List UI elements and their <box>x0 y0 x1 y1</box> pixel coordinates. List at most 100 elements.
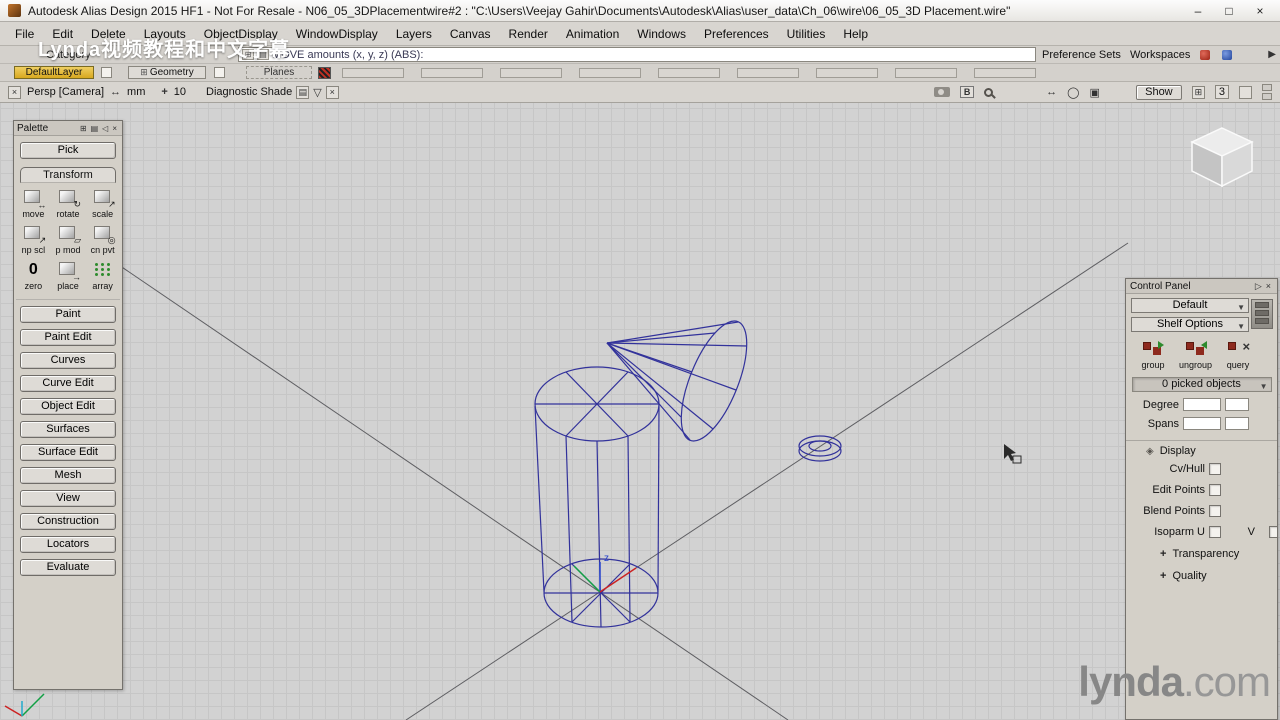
geometry-layer-button[interactable]: ⊞ Geometry <box>128 66 206 79</box>
spans-input[interactable] <box>1183 417 1221 430</box>
preference-sets-icon[interactable] <box>1200 50 1210 60</box>
menu-item-render[interactable]: Render <box>500 24 557 44</box>
palette-tab-surfaces[interactable]: Surfaces <box>20 421 116 438</box>
workspaces-icon[interactable] <box>1222 50 1232 60</box>
layer-slot[interactable] <box>421 68 483 78</box>
tool-rotate[interactable]: ↻ rotate <box>51 188 86 219</box>
tool-array[interactable]: array <box>85 260 120 291</box>
isoparm-v-checkbox[interactable] <box>1269 526 1277 538</box>
cv-hull-checkbox[interactable] <box>1209 463 1221 475</box>
shade-dropdown-icon[interactable]: ▽ <box>313 86 321 99</box>
camera-label[interactable]: Persp [Camera] <box>27 86 104 98</box>
menu-item-utilities[interactable]: Utilities <box>778 24 835 44</box>
grid-size-value[interactable]: 10 <box>174 86 186 98</box>
panel-expand-icon[interactable]: ▷ <box>1253 281 1264 292</box>
menu-item-canvas[interactable]: Canvas <box>441 24 500 44</box>
palette-tab-curves[interactable]: Curves <box>20 352 116 369</box>
prompt-list-icon[interactable]: ▤ <box>257 49 269 60</box>
palette-tab-paint[interactable]: Paint <box>20 306 116 323</box>
shelf-options-dropdown[interactable]: Shelf Options ▼ <box>1131 317 1249 332</box>
menu-item-objectdisplay[interactable]: ObjectDisplay <box>195 24 287 44</box>
geometry-checkbox[interactable] <box>214 67 225 78</box>
palette-tab-curve-edit[interactable]: Curve Edit <box>20 375 116 392</box>
preference-sets-button[interactable]: Preference Sets <box>1042 49 1121 61</box>
layer-slot[interactable] <box>500 68 562 78</box>
minimize-button[interactable]: – <box>1186 4 1210 18</box>
spans-input-2[interactable] <box>1225 417 1249 430</box>
pan-icon[interactable]: ↔ <box>1046 86 1057 98</box>
menu-item-layouts[interactable]: Layouts <box>135 24 195 44</box>
shade-list-icon[interactable]: ▤ <box>296 85 310 99</box>
perspective-viewport[interactable] <box>0 103 1280 720</box>
palette-tab-construction[interactable]: Construction <box>20 513 116 530</box>
close-button[interactable]: × <box>1248 4 1272 18</box>
preset-dropdown[interactable]: Default ▼ <box>1131 298 1249 313</box>
prompt-history-icon[interactable]: ⊞ <box>242 49 254 60</box>
palette-tab-view[interactable]: View <box>20 490 116 507</box>
hatch-swatch-icon[interactable] <box>318 67 331 79</box>
viewport-menu-icon[interactable]: × <box>8 85 21 99</box>
snapshot-camera-icon[interactable] <box>934 87 951 97</box>
tool-move[interactable]: ↔ move <box>16 188 51 219</box>
palette-tab-mesh[interactable]: Mesh <box>20 467 116 484</box>
layer-slot[interactable] <box>658 68 720 78</box>
ungroup-tool[interactable]: ungroup <box>1179 339 1212 370</box>
palette-tab-pick[interactable]: Pick <box>20 142 116 159</box>
layer-slot[interactable] <box>342 68 404 78</box>
palette-tab-evaluate[interactable]: Evaluate <box>20 559 116 576</box>
palette-tab-paint-edit[interactable]: Paint Edit <box>20 329 116 346</box>
palette-close-icon[interactable]: × <box>110 124 119 133</box>
palette-tab-object-edit[interactable]: Object Edit <box>20 398 116 415</box>
quality-toggle[interactable]: + Quality <box>1126 565 1277 587</box>
layer-slot[interactable] <box>816 68 878 78</box>
edit-points-checkbox[interactable] <box>1209 484 1221 496</box>
layer-slot[interactable] <box>895 68 957 78</box>
degree-input[interactable] <box>1183 398 1221 411</box>
tool-cn-pvt[interactable]: ◎ cn pvt <box>85 224 120 255</box>
palette-list-icon[interactable]: ▤ <box>89 124 101 133</box>
default-layer-button[interactable]: DefaultLayer <box>14 66 94 79</box>
planes-layer-button[interactable]: Planes <box>246 66 312 79</box>
tool-place[interactable]: → place <box>51 260 86 291</box>
picked-objects-dropdown[interactable]: 0 picked objects ▼ <box>1131 377 1272 392</box>
viewport-layout-icon[interactable] <box>1239 85 1252 99</box>
layer-checkbox[interactable] <box>101 67 112 78</box>
viewport-edge-buttons[interactable] <box>1262 84 1272 100</box>
tool-zero[interactable]: 0 zero <box>16 260 51 291</box>
tool-np-scl[interactable]: ↗ np scl <box>16 224 51 255</box>
menu-item-file[interactable]: File <box>6 24 43 44</box>
palette-tab-transform[interactable]: Transform <box>20 167 116 183</box>
menu-item-animation[interactable]: Animation <box>557 24 628 44</box>
display-section-header[interactable]: ◈ Display <box>1126 440 1277 459</box>
tool-scale[interactable]: ↗ scale <box>85 188 120 219</box>
shelf-drawer-icon[interactable] <box>1251 299 1273 329</box>
orbit-icon[interactable]: ◯ <box>1067 86 1079 99</box>
layer-slot[interactable] <box>974 68 1036 78</box>
query-tool[interactable]: × query <box>1225 339 1251 370</box>
show-button[interactable]: Show <box>1135 84 1182 100</box>
magnifier-icon[interactable] <box>984 87 994 97</box>
render-buffer-icon[interactable]: B <box>960 86 975 98</box>
prompt-input[interactable]: ⊞ ▤ MOVE amounts (x, y, z) (ABS): <box>238 47 1036 62</box>
menu-item-edit[interactable]: Edit <box>43 24 82 44</box>
panel-close-icon[interactable]: × <box>1264 281 1273 291</box>
degree-input-2[interactable] <box>1225 398 1249 411</box>
menu-item-help[interactable]: Help <box>834 24 877 44</box>
palette-tab-surface-edit[interactable]: Surface Edit <box>20 444 116 461</box>
layer-slot[interactable] <box>737 68 799 78</box>
group-tool[interactable]: group <box>1140 339 1166 370</box>
palette-dock-icon[interactable]: ⊞ <box>78 124 89 133</box>
control-panel-titlebar[interactable]: Control Panel ▷ × <box>1126 279 1277 294</box>
toolbar-overflow-icon[interactable]: ▶ <box>1268 49 1276 60</box>
maximize-button[interactable]: □ <box>1217 4 1241 18</box>
blend-points-checkbox[interactable] <box>1209 505 1221 517</box>
palette-tab-locators[interactable]: Locators <box>20 536 116 553</box>
menu-item-windows[interactable]: Windows <box>628 24 695 44</box>
frame-icon[interactable]: ▣ <box>1089 86 1099 99</box>
tool-p-mod[interactable]: ▱ p mod <box>51 224 86 255</box>
palette-collapse-icon[interactable]: ◁ <box>100 124 110 133</box>
menu-item-delete[interactable]: Delete <box>82 24 135 44</box>
category-label[interactable]: Category <box>46 49 91 61</box>
layer-slot[interactable] <box>579 68 641 78</box>
shade-mode-control[interactable]: Diagnostic Shade ▤ ▽ × <box>206 85 339 99</box>
